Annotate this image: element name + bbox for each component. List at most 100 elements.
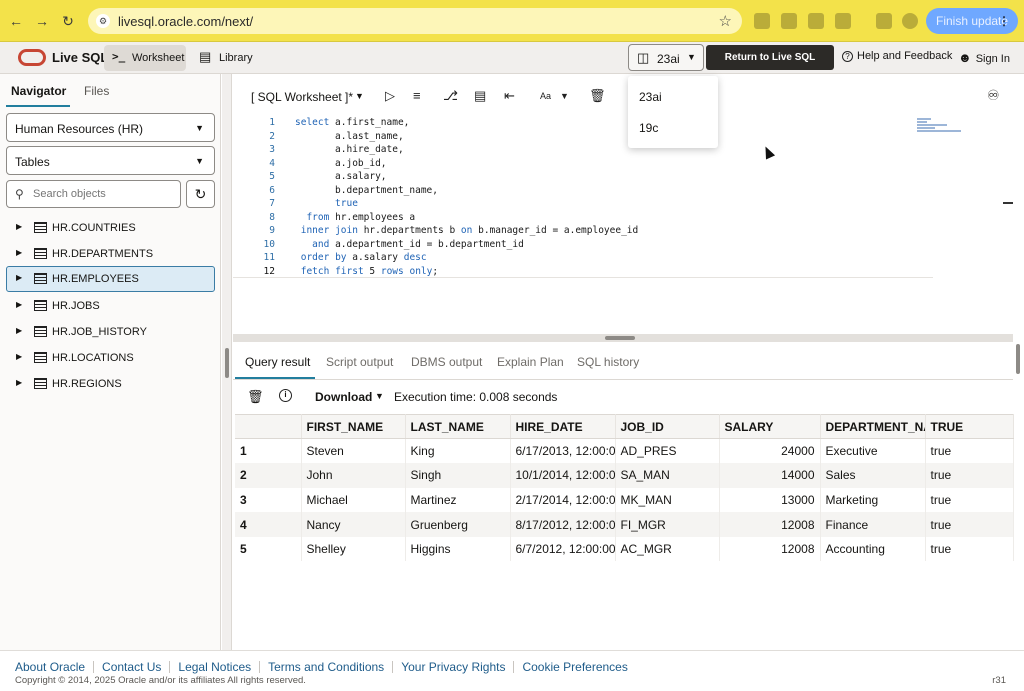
reload-icon[interactable]: ↻ (58, 11, 78, 31)
tree-item-hr-jobs[interactable]: ▶ HR.JOBS (6, 293, 215, 319)
table-cell[interactable]: FI_MGR (615, 512, 720, 537)
table-cell[interactable]: Marketing (820, 487, 926, 513)
code-line[interactable]: 8 from hr.employees a (233, 211, 933, 225)
row-number[interactable]: 3 (235, 487, 302, 513)
menu-item-23ai[interactable]: 23ai (639, 90, 662, 104)
finish-update-button[interactable]: Finish update ⋮ (926, 8, 1018, 34)
table-cell[interactable]: true (925, 512, 1014, 537)
table-cell[interactable]: Singh (405, 463, 511, 488)
table-cell[interactable]: true (925, 438, 1014, 464)
expand-triangle-icon[interactable]: ▶ (16, 248, 22, 257)
table-cell[interactable]: Shelley (301, 536, 406, 562)
bookmark-star-icon[interactable]: ☆ (719, 12, 732, 30)
row-number[interactable]: 2 (235, 463, 302, 488)
row-number[interactable]: 4 (235, 512, 302, 537)
table-row[interactable]: 5 Shelley Higgins 6/7/2012, 12:00:00 AC_… (235, 536, 1014, 562)
app-name[interactable]: Live SQL (52, 50, 108, 65)
tree-item-hr-departments[interactable]: ▶ HR.DEPARTMENTS (6, 241, 215, 267)
table-cell[interactable]: MK_MAN (615, 487, 720, 513)
tab-script-output[interactable]: Script output (326, 355, 393, 369)
code-line-current[interactable]: 12 fetch first 5 rows only; (233, 265, 933, 278)
table-cell[interactable]: Sales (820, 463, 926, 488)
expand-triangle-icon[interactable]: ▶ (16, 222, 22, 231)
oracle-logo[interactable] (18, 49, 46, 66)
tree-item-hr-countries[interactable]: ▶ HR.COUNTRIES (6, 215, 215, 241)
font-size-icon[interactable]: Aa (540, 91, 551, 101)
editor-results-splitter[interactable] (233, 334, 1013, 342)
table-cell[interactable]: Higgins (405, 536, 511, 562)
code-line[interactable]: 10 and a.department_id = b.department_id (233, 238, 933, 252)
code-line[interactable]: 4 a.job_id, (233, 157, 933, 171)
back-icon[interactable]: ← (6, 11, 26, 31)
splitter-handle[interactable] (225, 348, 229, 378)
run-script-icon[interactable]: ≡ (413, 88, 421, 103)
footer-link-about[interactable]: About Oracle (15, 660, 85, 674)
table-cell[interactable]: Martinez (405, 487, 511, 513)
table-cell[interactable]: John (301, 463, 406, 488)
info-icon[interactable]: i (279, 389, 292, 402)
table-cell[interactable]: 6/17/2013, 12:00:00 (510, 438, 616, 464)
table-cell[interactable]: true (925, 463, 1014, 488)
table-cell[interactable]: 14000 (719, 463, 821, 488)
row-number[interactable]: 1 (235, 438, 302, 464)
worksheet-tab[interactable]: >_ Worksheet (104, 45, 186, 71)
column-header[interactable]: HIRE_DATE (510, 414, 616, 439)
code-minimap[interactable] (917, 118, 965, 138)
clear-results-trash-icon[interactable]: 🗑 (247, 389, 264, 405)
table-cell[interactable]: Michael (301, 487, 406, 513)
footer-link-legal[interactable]: Legal Notices (178, 660, 251, 674)
table-cell[interactable]: Gruenberg (405, 512, 511, 537)
table-cell[interactable]: 12008 (719, 536, 821, 562)
tab-dbms-output[interactable]: DBMS output (411, 355, 482, 369)
code-line[interactable]: 1 select a.first_name, (233, 116, 933, 130)
table-cell[interactable]: true (925, 487, 1014, 513)
search-input[interactable] (33, 185, 173, 203)
site-info-icon[interactable]: ⚙ (96, 14, 110, 28)
row-number[interactable]: 5 (235, 536, 302, 562)
tree-item-hr-job-history[interactable]: ▶ HR.JOB_HISTORY (6, 319, 215, 345)
footer-link-privacy[interactable]: Your Privacy Rights (401, 660, 505, 674)
table-cell[interactable]: Nancy (301, 512, 406, 537)
profile-avatar-icon[interactable] (902, 13, 918, 29)
format-icon[interactable]: ⇤ (504, 88, 515, 104)
chevron-down-icon[interactable]: ▼ (560, 91, 569, 101)
table-cell[interactable]: AD_PRES (615, 438, 720, 464)
expand-triangle-icon[interactable]: ▶ (16, 273, 22, 282)
table-cell[interactable]: AC_MGR (615, 536, 720, 562)
table-cell[interactable]: Finance (820, 512, 926, 537)
return-to-classic-button[interactable]: Return to Live SQL Classic (706, 45, 834, 88)
table-row[interactable]: 1 Steven King 6/17/2013, 12:00:00 AD_PRE… (235, 438, 1014, 464)
table-row[interactable]: 4 Nancy Gruenberg 8/17/2012, 12:00:00 FI… (235, 512, 1014, 537)
extension-icon[interactable] (781, 13, 797, 29)
footer-link-cookies[interactable]: Cookie Preferences (522, 660, 627, 674)
explain-plan-icon[interactable]: ⎇ (443, 88, 458, 104)
extension-icon[interactable] (754, 13, 770, 29)
table-cell[interactable]: 6/7/2012, 12:00:00 (510, 536, 616, 562)
sign-in-button[interactable]: ☻ Sign In (958, 50, 1010, 65)
object-type-select[interactable]: Tables ▼ (6, 146, 215, 175)
table-cell[interactable]: 12008 (719, 512, 821, 537)
footer-link-contact[interactable]: Contact Us (102, 660, 161, 674)
splitter-handle[interactable] (605, 336, 635, 340)
tab-query-result[interactable]: Query result (245, 355, 310, 369)
table-cell[interactable]: true (925, 536, 1014, 562)
extensions-puzzle-icon[interactable] (835, 13, 851, 29)
table-cell[interactable]: 13000 (719, 487, 821, 513)
tab-navigator[interactable]: Navigator (11, 84, 66, 98)
code-line[interactable]: 6 b.department_name, (233, 184, 933, 198)
url-text[interactable]: livesql.oracle.com/next/ (118, 14, 253, 29)
library-tab[interactable]: ▤ Library (196, 45, 260, 71)
table-cell[interactable]: SA_MAN (615, 463, 720, 488)
table-row[interactable]: 3 Michael Martinez 2/17/2014, 12:00:00 M… (235, 487, 1014, 513)
code-line[interactable]: 7 true (233, 197, 933, 211)
tree-item-hr-regions[interactable]: ▶ HR.REGIONS (6, 371, 215, 397)
expand-triangle-icon[interactable]: ▶ (16, 300, 22, 309)
table-cell[interactable]: 8/17/2012, 12:00:00 (510, 512, 616, 537)
code-line[interactable]: 11 order by a.salary desc (233, 251, 933, 265)
tab-sql-history[interactable]: SQL history (577, 355, 639, 369)
expand-triangle-icon[interactable]: ▶ (16, 378, 22, 387)
database-version-select[interactable]: ◫ 23ai ▼ (628, 44, 704, 71)
expand-triangle-icon[interactable]: ▶ (16, 326, 22, 335)
worksheet-title[interactable]: [ SQL Worksheet ]* (251, 90, 353, 104)
column-header[interactable]: JOB_ID (615, 414, 720, 439)
